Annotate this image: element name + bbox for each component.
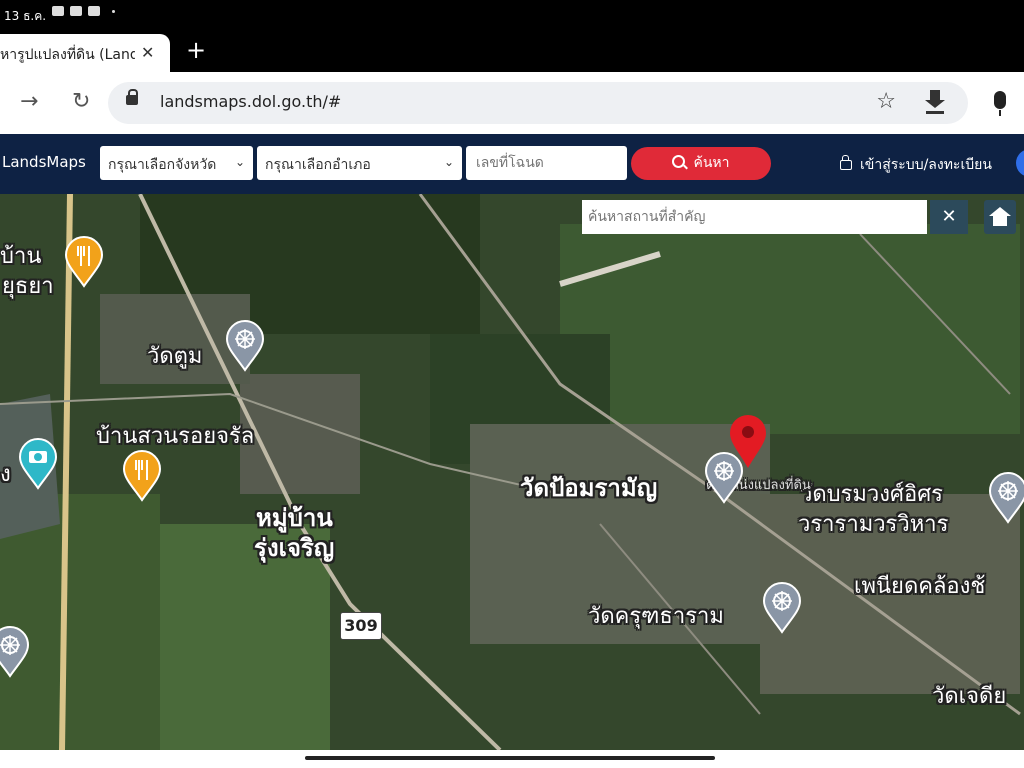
district-select[interactable]: กรุณาเลือกอำเภอ ⌄ xyxy=(257,146,462,180)
province-select[interactable]: กรุณาเลือกจังหวัด ⌄ xyxy=(100,146,253,180)
tab-title: หารูปแปลงที่ดิน (Lands xyxy=(0,47,135,63)
lock-icon xyxy=(840,155,852,170)
site-brand[interactable]: LandsMaps xyxy=(2,153,86,171)
map-label: วรารามวรวิหาร xyxy=(798,512,949,537)
close-icon: ✕ xyxy=(941,206,957,227)
browser-tab[interactable]: หารูปแปลงที่ดิน (Lands ✕ xyxy=(0,34,170,72)
map-label: ยุธยา xyxy=(2,274,54,299)
home-indicator[interactable] xyxy=(305,756,715,760)
user-avatar[interactable] xyxy=(1016,149,1024,177)
video-icon xyxy=(70,6,82,16)
browser-toolbar: → ↻ landsmaps.dol.go.th/# ☆ xyxy=(0,72,1024,134)
status-icons xyxy=(52,6,115,16)
temple-pin-icon[interactable] xyxy=(0,626,30,678)
home-icon xyxy=(989,207,1011,216)
map-label: วัดเจดีย xyxy=(932,684,1007,709)
deed-number-input[interactable] xyxy=(466,146,627,180)
status-time: 13 ธ.ค. xyxy=(4,9,47,23)
search-button-label: ค้นหา xyxy=(693,155,730,171)
district-select-value: กรุณาเลือกอำเภอ xyxy=(265,157,371,173)
map-label: บ้านสวนรอยจรัล xyxy=(96,424,255,449)
forward-arrow-icon[interactable]: → xyxy=(20,91,38,113)
url-text[interactable]: landsmaps.dol.go.th/# xyxy=(160,92,341,111)
youtube-icon xyxy=(52,6,64,16)
map-label: วัดตูม xyxy=(147,344,203,369)
reload-icon[interactable]: ↻ xyxy=(72,91,90,113)
tab-close-icon[interactable]: ✕ xyxy=(141,43,154,62)
lock-icon[interactable] xyxy=(126,89,138,105)
map-label: วัดครุฑธาราม xyxy=(588,604,724,629)
restaurant-pin-icon[interactable] xyxy=(122,450,162,502)
map-label: เพนียดคล้องช้ xyxy=(854,574,986,599)
temple-pin-icon[interactable] xyxy=(988,472,1024,524)
map-label: วัดป้อมรามัญ xyxy=(520,474,658,502)
place-search-input[interactable] xyxy=(582,200,927,234)
map-label: รุ่งเจริญ xyxy=(254,534,335,562)
chevron-down-icon: ⌄ xyxy=(234,155,245,169)
new-tab-button[interactable]: + xyxy=(186,38,206,62)
home-button[interactable] xyxy=(984,200,1016,234)
site-header: LandsMaps กรุณาเลือกจังหวัด ⌄ กรุณาเลือก… xyxy=(0,134,1024,194)
camera-pin-icon[interactable] xyxy=(18,438,58,490)
system-status-bar: 13 ธ.ค. xyxy=(0,0,1024,30)
notification-dot-icon xyxy=(112,10,115,13)
route-shield: 309 xyxy=(340,612,382,640)
login-link[interactable]: เข้าสู่ระบบ/ลงทะเบียน xyxy=(840,154,992,176)
bottom-gesture-bar xyxy=(0,750,1024,768)
search-icon xyxy=(672,155,686,168)
location-marker-icon[interactable] xyxy=(727,412,769,470)
microphone-icon[interactable] xyxy=(994,91,1006,116)
chevron-down-icon: ⌄ xyxy=(443,155,454,169)
province-select-value: กรุณาเลือกจังหวัด xyxy=(108,157,217,173)
temple-pin-icon[interactable] xyxy=(762,582,802,634)
search-button[interactable]: ค้นหา xyxy=(631,147,771,180)
login-label: เข้าสู่ระบบ/ลงทะเบียน xyxy=(860,157,992,173)
clear-search-button[interactable]: ✕ xyxy=(930,200,968,234)
restaurant-pin-icon[interactable] xyxy=(64,236,104,288)
temple-pin-icon[interactable] xyxy=(225,320,265,372)
mail-icon xyxy=(88,6,100,16)
map-label: ง xyxy=(0,462,11,487)
address-bar[interactable]: landsmaps.dol.go.th/# ☆ xyxy=(108,82,968,124)
browser-tab-strip: หารูปแปลงที่ดิน (Lands ✕ + xyxy=(0,30,1024,72)
satellite-map[interactable]: ✕ บ้าน ยุธยา วัดตูม บ้านสวนรอยจรัล ง หมู… xyxy=(0,194,1024,750)
download-icon[interactable] xyxy=(924,90,946,114)
bookmark-star-icon[interactable]: ☆ xyxy=(876,89,896,114)
